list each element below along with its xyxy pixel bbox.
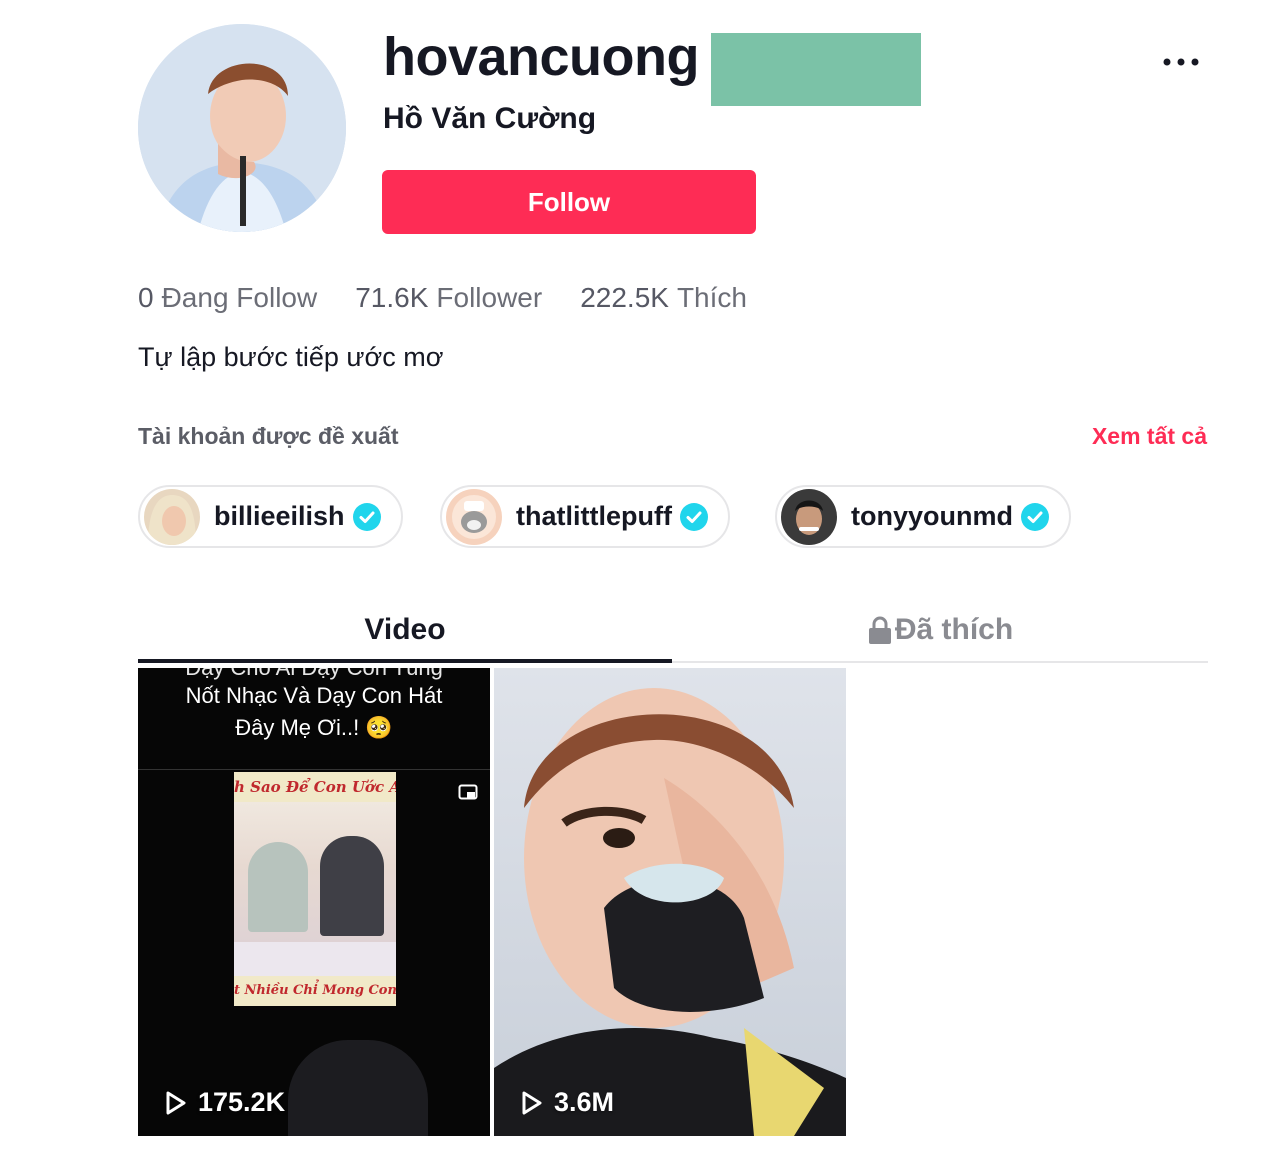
verified-badge-icon [352,502,381,531]
video-caption-line: Đây Mẹ Ơi..! 🥺 [235,715,393,740]
picture-in-picture-icon [458,784,478,800]
stat-value: 0 [138,282,154,313]
account-avatar [144,488,200,545]
video-banner-bottom: t Nhiều Chỉ Mong Con Yê [234,976,396,1006]
video-person-silhouette [288,1040,428,1136]
view-count-value: 175.2K [198,1087,286,1117]
play-icon [166,1091,186,1114]
video-thumbnail[interactable]: 3.6M [494,668,846,1136]
more-icon [1163,58,1199,66]
verified-badge-icon [1021,502,1049,531]
account-name: thatlittlepuff [516,501,672,531]
suggested-account-chip[interactable]: tonyyounmd [775,485,1071,548]
play-icon [522,1091,542,1114]
account-name: tonyyounmd [851,501,1013,531]
video-banner-top: h Sao Để Con Ước Ao [234,772,396,802]
video-inner-frame: h Sao Để Con Ước Ao t Nhiều Chỉ Mong Con… [234,772,396,1006]
suggested-accounts-title: Tài khoản được đề xuất [138,423,399,449]
verified-badge-icon [679,502,708,531]
suggested-account-chip[interactable]: thatlittlepuff [440,485,730,548]
stat-label: Follower [436,282,543,313]
stat-label: Đang Follow [161,282,318,313]
see-all-link[interactable]: Xem tất cả [1092,423,1207,450]
profile-nickname: Hồ Văn Cường [383,102,597,135]
profile-bio: Tự lập bước tiếp ước mơ [138,342,444,372]
view-count: 3.6M [520,1087,614,1118]
redaction-block [711,33,921,106]
view-count-value: 3.6M [554,1087,615,1117]
account-avatar [446,488,502,545]
stat-value: 71.6K [355,282,429,313]
stat-value: 222.5K [580,282,669,313]
profile-stats: 0 Đang Follow 71.6K Follower 222.5K Thích [138,278,747,318]
more-options-button[interactable] [1155,42,1207,82]
video-frame-art [494,688,846,1136]
video-figure [248,842,308,932]
suggested-account-chip[interactable]: billieeilish [138,485,403,548]
account-name: billieeilish [214,501,345,531]
video-caption-line: Nốt Nhạc Và Dạy Con Hát [185,683,443,708]
stat-likes: 222.5K Thích [580,278,747,318]
video-figure [320,836,384,936]
follow-button[interactable]: Follow [382,170,756,234]
lock-icon [868,616,891,644]
profile-avatar [138,24,346,232]
view-count: 175.2K [164,1087,285,1118]
video-thumbnail[interactable]: Dạy Cho Ai Dạy Con Tùng Nốt Nhạc Và Dạy … [138,668,490,1136]
tab-label: Video [364,613,446,646]
tab-video[interactable]: Video [138,595,672,665]
profile-username: hovancuong [383,27,700,87]
video-divider [138,769,490,770]
stat-label: Thích [676,282,747,313]
tab-label: Đã thích [894,613,1014,646]
stat-following[interactable]: 0 Đang Follow [138,278,317,318]
tab-liked[interactable]: Đã thích [672,595,1208,665]
stat-followers[interactable]: 71.6K Follower [355,278,542,318]
tab-active-indicator [138,659,672,663]
video-flowers [234,942,396,976]
account-avatar [781,488,837,545]
